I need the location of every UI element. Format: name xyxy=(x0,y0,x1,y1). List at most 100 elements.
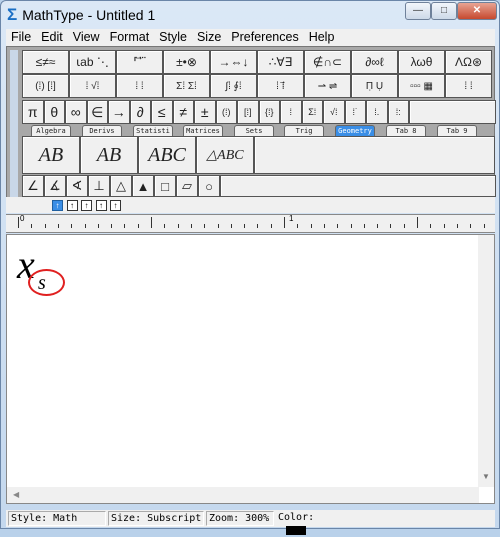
close-button[interactable]: ✕ xyxy=(457,2,497,20)
tab-derivs[interactable]: Derivs xyxy=(82,125,122,136)
tab-geometry[interactable]: Geometry xyxy=(335,125,375,136)
menu-format[interactable]: Format xyxy=(105,29,155,46)
ruler-tick xyxy=(257,224,259,228)
template-bar-button[interactable]: ⁞˙ xyxy=(344,100,366,124)
ruler-tick xyxy=(363,224,365,228)
small-toolbar-button[interactable]: ↑ xyxy=(52,200,63,211)
template-bar-button[interactable]: θ xyxy=(43,100,65,124)
tab-algebra[interactable]: Algebra xyxy=(31,125,71,136)
palette-button-row2[interactable]: ∫⁞ ∮⁞ xyxy=(210,74,257,98)
palette-button-row1[interactable]: ±•⊗ xyxy=(163,50,210,74)
palette-button-row2[interactable]: ▫▫▫ ▦ xyxy=(398,74,445,98)
small-toolbar-button[interactable]: ↑ xyxy=(110,200,121,211)
template-bar-button[interactable]: (⁞) xyxy=(215,100,237,124)
vertical-scrollbar[interactable]: ▼ xyxy=(478,235,494,487)
toolbar-handle[interactable] xyxy=(10,50,18,210)
palette-button-row1[interactable]: ΛΩ⊛ xyxy=(445,50,492,74)
geometry-template-button[interactable]: ABC xyxy=(138,136,196,174)
mathtype-window: Σ MathType - Untitled 1 — □ ✕ File Edit … xyxy=(0,0,500,535)
geometry-symbol-button[interactable]: ∡ xyxy=(44,175,66,197)
palette-button-row1[interactable]: →⇔↓ xyxy=(210,50,257,74)
ruler-tick xyxy=(323,224,325,228)
template-bar-button[interactable]: Σ⁞ xyxy=(301,100,323,124)
equation-editor[interactable]: x s ▼ ◀ xyxy=(6,234,495,504)
palette-button-row2[interactable]: ⁞ ⁞⃗ xyxy=(257,74,304,98)
palette-button-row1[interactable]: ≤≠≈ xyxy=(22,50,69,74)
tab-matrices[interactable]: Matrices xyxy=(183,125,223,136)
ruler-tick xyxy=(270,224,272,228)
palette-button-row1[interactable]: ⍳ab ⋱ xyxy=(69,50,116,74)
template-bar-button[interactable]: ⁞. xyxy=(366,100,388,124)
template-bar-button[interactable]: ≠ xyxy=(172,100,194,124)
geometry-symbol-button[interactable]: ▱ xyxy=(176,175,198,197)
menu-help[interactable]: Help xyxy=(304,29,340,46)
menu-bar: File Edit View Format Style Size Prefere… xyxy=(6,29,495,46)
ruler-tick xyxy=(177,224,179,228)
palette-button-row2[interactable]: ⁞ √⁞ xyxy=(69,74,116,98)
ruler-tick xyxy=(71,224,73,228)
geometry-symbol-button[interactable]: ▲ xyxy=(132,175,154,197)
template-bar-button[interactable]: √⁞ xyxy=(323,100,345,124)
tab-tab-9[interactable]: Tab 9 xyxy=(437,125,477,136)
menu-edit[interactable]: Edit xyxy=(36,29,68,46)
template-bar-button[interactable]: ± xyxy=(194,100,216,124)
ruler-tick xyxy=(430,224,432,228)
template-bar-button[interactable]: ∈ xyxy=(86,100,108,124)
template-bar-button[interactable]: ⁞: xyxy=(387,100,409,124)
geometry-symbol-button[interactable]: ○ xyxy=(198,175,220,197)
menu-size[interactable]: Size xyxy=(192,29,226,46)
horizontal-scrollbar[interactable]: ◀ xyxy=(7,487,479,503)
ruler-tick xyxy=(390,224,392,228)
geometry-symbol-button[interactable]: ∢ xyxy=(66,175,88,197)
tab-trig[interactable]: Trig xyxy=(284,125,324,136)
ruler[interactable]: 0 1 xyxy=(6,214,495,233)
tab-tab-8[interactable]: Tab 8 xyxy=(386,125,426,136)
template-bar-button[interactable]: ∞ xyxy=(65,100,87,124)
mathtype-logo-icon: Σ xyxy=(7,5,18,24)
template-bar-button[interactable]: ∂ xyxy=(129,100,151,124)
ruler-tick xyxy=(164,224,166,228)
ruler-tick xyxy=(57,224,59,228)
template-bar-empty xyxy=(220,175,496,197)
menu-view[interactable]: View xyxy=(68,29,105,46)
menu-style[interactable]: Style xyxy=(154,29,192,46)
geometry-symbol-button[interactable]: ∠ xyxy=(22,175,44,197)
palette-button-row2[interactable]: ⇀ ⇌ xyxy=(304,74,351,98)
palette-button-row2[interactable]: Π̣ Ụ xyxy=(351,74,398,98)
template-bar-button[interactable]: {⁞} xyxy=(258,100,280,124)
palette-button-row1[interactable]: λωθ xyxy=(398,50,445,74)
palette-button-row2[interactable]: ⁞ ⁞ xyxy=(445,74,492,98)
tab-sets[interactable]: Sets xyxy=(234,125,274,136)
palette-button-row2[interactable]: (⁞) [⁞] xyxy=(22,74,69,98)
palette-button-row1[interactable]: ⸢ ⃗ ⃛ xyxy=(116,50,163,74)
geometry-template-button[interactable]: △ABC xyxy=(196,136,254,174)
template-bar-button[interactable]: ⁞ xyxy=(280,100,302,124)
template-bar-button[interactable]: π xyxy=(22,100,44,124)
small-toolbar-button[interactable]: ↑ xyxy=(95,200,107,211)
geometry-template-button[interactable]: AB xyxy=(80,136,138,174)
geometry-symbol-button[interactable]: □ xyxy=(154,175,176,197)
minimize-button[interactable]: — xyxy=(405,2,431,20)
template-bar-button[interactable]: [⁞] xyxy=(237,100,259,124)
template-bar-button[interactable]: → xyxy=(108,100,130,124)
menu-preferences[interactable]: Preferences xyxy=(226,29,303,46)
palette-button-row1[interactable]: ∴∀∃ xyxy=(257,50,304,74)
small-toolbar-button[interactable]: ↑ xyxy=(81,200,92,211)
toolbar-area: ≤≠≈ (⁞) [⁞] ⍳ab ⋱ ⁞ √⁞ ⸢ ⃗ ⃛ ⁞ ⁞ ±•⊗ Σ⁞ Σ⁞ →⇔↓ ∫⁞… xyxy=(6,46,496,213)
title-bar: Σ MathType - Untitled 1 xyxy=(7,5,155,25)
status-style: Style: Math xyxy=(8,511,106,526)
maximize-button[interactable]: □ xyxy=(431,2,457,20)
small-toolbar-button[interactable]: ↑ xyxy=(66,200,78,211)
template-bar-button[interactable]: ≤ xyxy=(151,100,173,124)
geometry-template-button[interactable]: AB xyxy=(22,136,80,174)
tab-statisti[interactable]: Statisti xyxy=(133,125,173,136)
geometry-symbol-button[interactable]: ⊥ xyxy=(88,175,110,197)
ruler-tick xyxy=(151,217,152,228)
palette-button-row2[interactable]: ⁞ ⁞ xyxy=(116,74,163,98)
menu-file[interactable]: File xyxy=(6,29,36,46)
palette-button-row2[interactable]: Σ⁞ Σ⁞ xyxy=(163,74,210,98)
palette-button-row1[interactable]: ∂∞ℓ xyxy=(351,50,398,74)
geometry-symbol-button[interactable]: △ xyxy=(110,175,132,197)
window-title: MathType - Untitled 1 xyxy=(22,7,156,23)
palette-button-row1[interactable]: ∉∩⊂ xyxy=(304,50,351,74)
